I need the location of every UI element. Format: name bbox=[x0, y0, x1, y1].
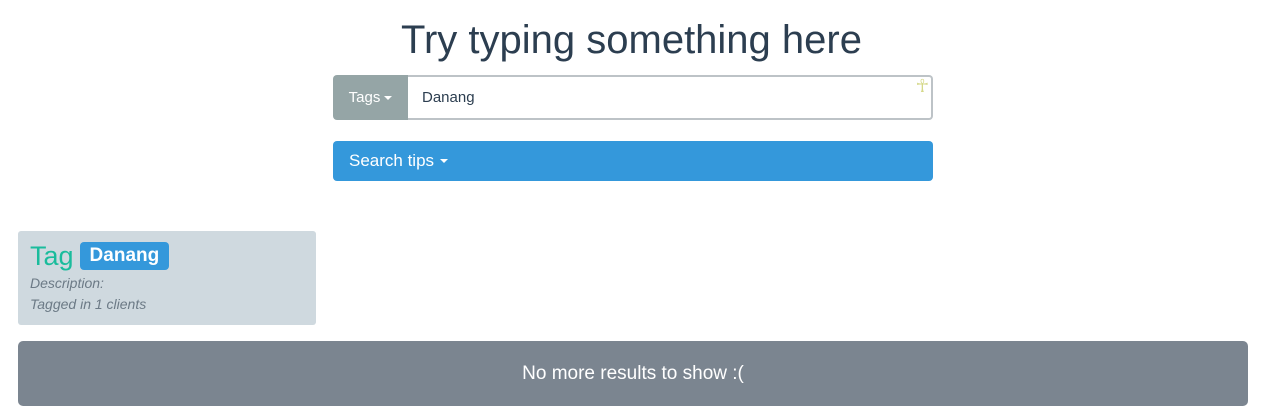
result-type: Tag bbox=[30, 241, 74, 271]
search-group: Tags ☥ bbox=[333, 75, 933, 120]
no-more-results-text: No more results to show :( bbox=[522, 362, 744, 384]
result-description: Description: bbox=[30, 275, 104, 291]
page-title: Try typing something here bbox=[401, 18, 862, 62]
caret-down-icon bbox=[440, 159, 449, 163]
search-type-label: Tags bbox=[348, 89, 381, 106]
no-more-results-banner: No more results to show :( bbox=[18, 341, 1248, 406]
result-card: Tag Danang Description: Tagged in 1 clie… bbox=[18, 231, 316, 325]
caret-down-icon bbox=[384, 95, 393, 100]
result-card-header: Tag Danang bbox=[30, 239, 304, 273]
search-tips-label: Search tips bbox=[349, 151, 435, 170]
result-tagged-count: Tagged in 1 clients bbox=[30, 296, 147, 312]
search-type-dropdown[interactable]: Tags bbox=[333, 75, 408, 120]
ankh-icon: ☥ bbox=[915, 76, 929, 96]
search-input[interactable] bbox=[408, 75, 933, 120]
search-tips-button[interactable]: Search tips bbox=[333, 141, 933, 181]
tag-badge[interactable]: Danang bbox=[79, 242, 170, 270]
